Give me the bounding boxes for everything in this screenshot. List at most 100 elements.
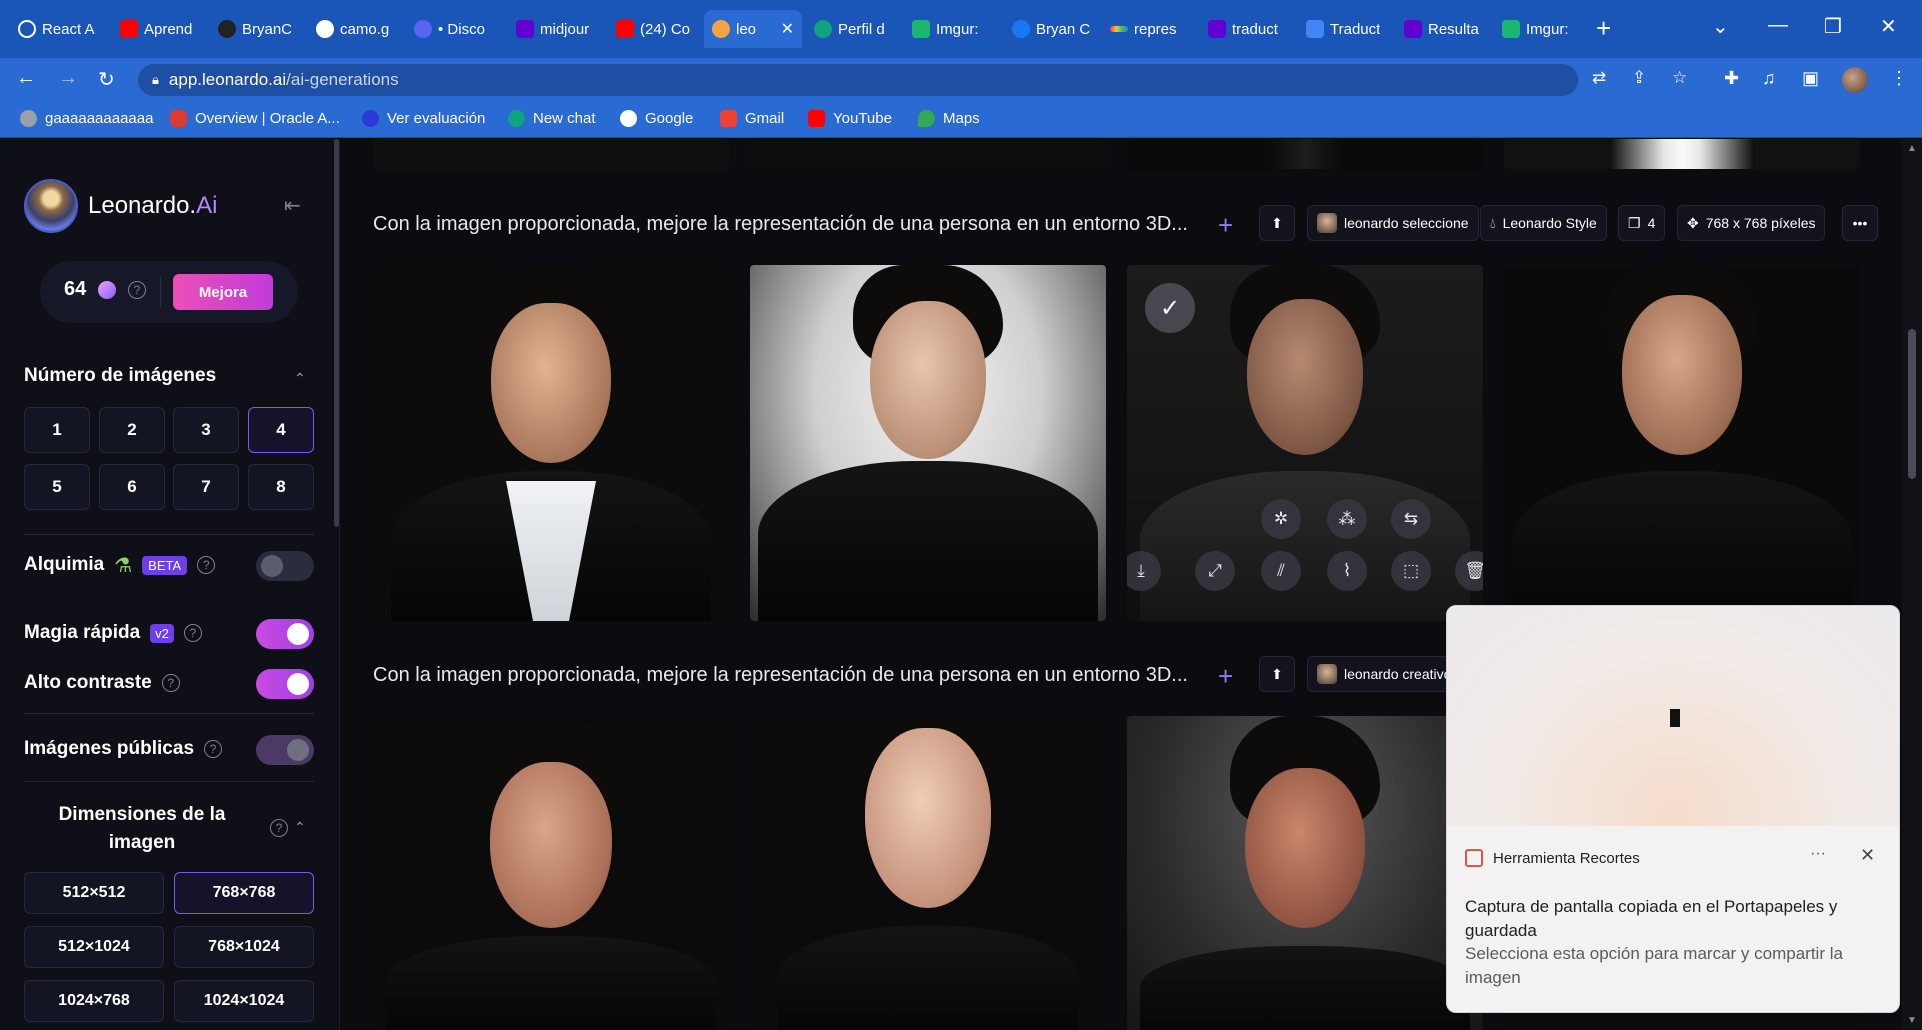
generation-prompt[interactable]: Con la imagen proporcionada, mejore la r… xyxy=(373,213,1188,236)
page-scrollbar[interactable]: ▲ ▼ xyxy=(1902,139,1922,1030)
url-field[interactable]: 🔒︎ app.leonardo.ai/ai-generations xyxy=(138,64,1578,96)
expand-icon[interactable]: ⤢ xyxy=(1195,551,1235,591)
generated-image[interactable] xyxy=(750,265,1106,621)
generated-image[interactable] xyxy=(1127,716,1483,1030)
bookmark-item[interactable]: Google xyxy=(620,110,693,127)
close-window-icon[interactable]: ✕ xyxy=(1880,14,1897,39)
remove-bg-icon[interactable]: ⁂ xyxy=(1327,499,1367,539)
bookmark-star-icon[interactable]: ☆ xyxy=(1672,68,1687,88)
num-images-option-selected[interactable]: 4 xyxy=(248,407,314,453)
bookmark-item[interactable]: Overview | Oracle A... xyxy=(170,110,340,127)
generated-image-hovered[interactable]: ✓ ✲ ⁂ ⇆ ⤓ ⤢ ⫽ ⌇ ⬚ 🗑︎ xyxy=(1127,265,1483,621)
num-images-option[interactable]: 2 xyxy=(99,407,165,453)
help-icon[interactable]: ? xyxy=(270,819,288,837)
unzoom-icon[interactable]: ⫽ xyxy=(1261,551,1301,591)
tab-github[interactable]: BryanC xyxy=(210,10,304,48)
bookmark-item[interactable]: New chat xyxy=(508,110,596,127)
alchemy-upscale-icon[interactable]: ✲ xyxy=(1261,499,1301,539)
add-prompt-icon[interactable]: + xyxy=(1218,212,1233,238)
generation-prompt[interactable]: Con la imagen proporcionada, mejore la r… xyxy=(373,664,1188,687)
style-chip[interactable]: 💧︎ Leonardo Style xyxy=(1480,205,1607,241)
upgrade-button[interactable]: Mejora xyxy=(173,274,273,310)
bookmark-item[interactable]: gaaaaaaaaaaaa xyxy=(20,110,153,127)
tab-google-translate[interactable]: Traduct xyxy=(1298,10,1394,48)
magic-toggle[interactable] xyxy=(256,619,314,649)
tab-imgur[interactable]: Imgur: xyxy=(904,10,1000,48)
image-size-chip[interactable]: ✥ 768 x 768 píxeles xyxy=(1677,205,1826,241)
bookmark-item[interactable]: YouTube xyxy=(808,110,892,127)
upscale-arrow-button[interactable]: ⬆ xyxy=(1259,656,1295,692)
snipping-tool-notification[interactable]: Herramienta Recortes ··· ✕ Captura de pa… xyxy=(1446,605,1900,1013)
generated-image[interactable] xyxy=(750,716,1106,1030)
chevron-up-icon[interactable]: ⌃ xyxy=(294,819,306,836)
brand[interactable]: Leonardo.Ai xyxy=(24,179,217,233)
scroll-up-icon[interactable]: ▲ xyxy=(1907,143,1917,154)
tab-camo[interactable]: camo.g xyxy=(308,10,402,48)
help-icon[interactable]: ? xyxy=(128,281,146,299)
select-check-button[interactable]: ✓ xyxy=(1145,283,1195,333)
num-images-option[interactable]: 6 xyxy=(99,464,165,510)
back-icon[interactable]: ← xyxy=(16,67,36,90)
media-icon[interactable]: ♫ xyxy=(1762,68,1776,89)
tab-perfil[interactable]: Perfil d xyxy=(806,10,900,48)
menu-dots-icon[interactable]: ⋮ xyxy=(1890,68,1908,89)
reload-icon[interactable]: ↻ xyxy=(98,67,115,92)
dimension-option-selected[interactable]: 768×768 xyxy=(174,872,314,914)
scrollbar-thumb[interactable] xyxy=(334,139,339,527)
image-count-chip[interactable]: ❐ 4 xyxy=(1618,205,1666,241)
num-images-option[interactable]: 3 xyxy=(173,407,239,453)
num-images-option[interactable]: 7 xyxy=(173,464,239,510)
chevron-up-icon[interactable]: ⌃ xyxy=(294,370,306,387)
scrollbar-thumb[interactable] xyxy=(1908,329,1916,479)
help-icon[interactable]: ? xyxy=(161,674,180,692)
help-icon[interactable]: ? xyxy=(204,740,223,758)
tab-search-icon[interactable]: ⌄ xyxy=(1712,14,1729,39)
scroll-down-icon[interactable]: ▼ xyxy=(1907,1015,1917,1026)
alchemy-toggle[interactable] xyxy=(256,551,314,581)
translate-icon[interactable]: ⇄ xyxy=(1592,68,1606,88)
close-tab-icon[interactable]: ✕ xyxy=(781,19,794,39)
tab-react[interactable]: React A xyxy=(10,10,108,48)
more-options-button[interactable]: ••• xyxy=(1842,205,1878,241)
minimize-icon[interactable]: — xyxy=(1768,14,1788,37)
canvas-edit-icon[interactable]: ⬚ xyxy=(1391,551,1431,591)
num-images-option[interactable]: 1 xyxy=(24,407,90,453)
tab-resultados[interactable]: Resulta xyxy=(1396,10,1492,48)
new-tab-button[interactable]: + xyxy=(1596,14,1611,42)
tab-leonardo[interactable]: leo ✕ xyxy=(704,10,802,48)
tab-facebook[interactable]: Bryan C xyxy=(1004,10,1100,48)
swap-icon[interactable]: ⇆ xyxy=(1391,499,1431,539)
restore-icon[interactable]: ❐ xyxy=(1824,14,1842,39)
help-icon[interactable]: ? xyxy=(183,624,202,642)
dimension-option[interactable]: 512×512 xyxy=(24,872,164,914)
screenshot-preview[interactable] xyxy=(1447,606,1899,826)
contrast-toggle[interactable] xyxy=(256,669,314,699)
close-icon[interactable]: ✕ xyxy=(1860,845,1875,866)
tab-imgur-2[interactable]: Imgur: xyxy=(1494,10,1590,48)
sidebar-scrollbar[interactable] xyxy=(334,139,340,1030)
more-options-icon[interactable]: ··· xyxy=(1810,845,1826,863)
generated-image[interactable] xyxy=(750,139,1106,169)
generated-image[interactable] xyxy=(1504,265,1860,621)
tab-discord[interactable]: • Disco xyxy=(406,10,504,48)
generated-image[interactable] xyxy=(1504,139,1860,169)
num-images-option[interactable]: 5 xyxy=(24,464,90,510)
dimension-option[interactable]: 1024×768 xyxy=(24,980,164,1022)
model-chip[interactable]: leonardo creativo xyxy=(1307,656,1462,692)
tab-repres[interactable]: repres xyxy=(1102,10,1198,48)
dimension-option[interactable]: 768×1024 xyxy=(174,926,314,968)
generated-image[interactable] xyxy=(373,139,729,169)
bookmark-item[interactable]: Ver evaluación xyxy=(362,110,485,127)
public-toggle[interactable] xyxy=(256,735,314,765)
tab-youtube[interactable]: (24) Co xyxy=(608,10,702,48)
tab-midjourney[interactable]: midjour xyxy=(508,10,604,48)
generated-image[interactable] xyxy=(1127,139,1483,169)
generated-image[interactable] xyxy=(373,265,729,621)
bookmark-item[interactable]: Gmail xyxy=(720,110,784,127)
side-panel-icon[interactable]: ▣ xyxy=(1802,68,1819,89)
dimension-option[interactable]: 1024×1024 xyxy=(174,980,314,1022)
forward-icon[interactable]: → xyxy=(58,67,78,90)
tab-aprend[interactable]: Aprend xyxy=(112,10,206,48)
bookmark-item[interactable]: Maps xyxy=(918,110,980,127)
collapse-sidebar-icon[interactable]: ⇤ xyxy=(284,193,301,218)
